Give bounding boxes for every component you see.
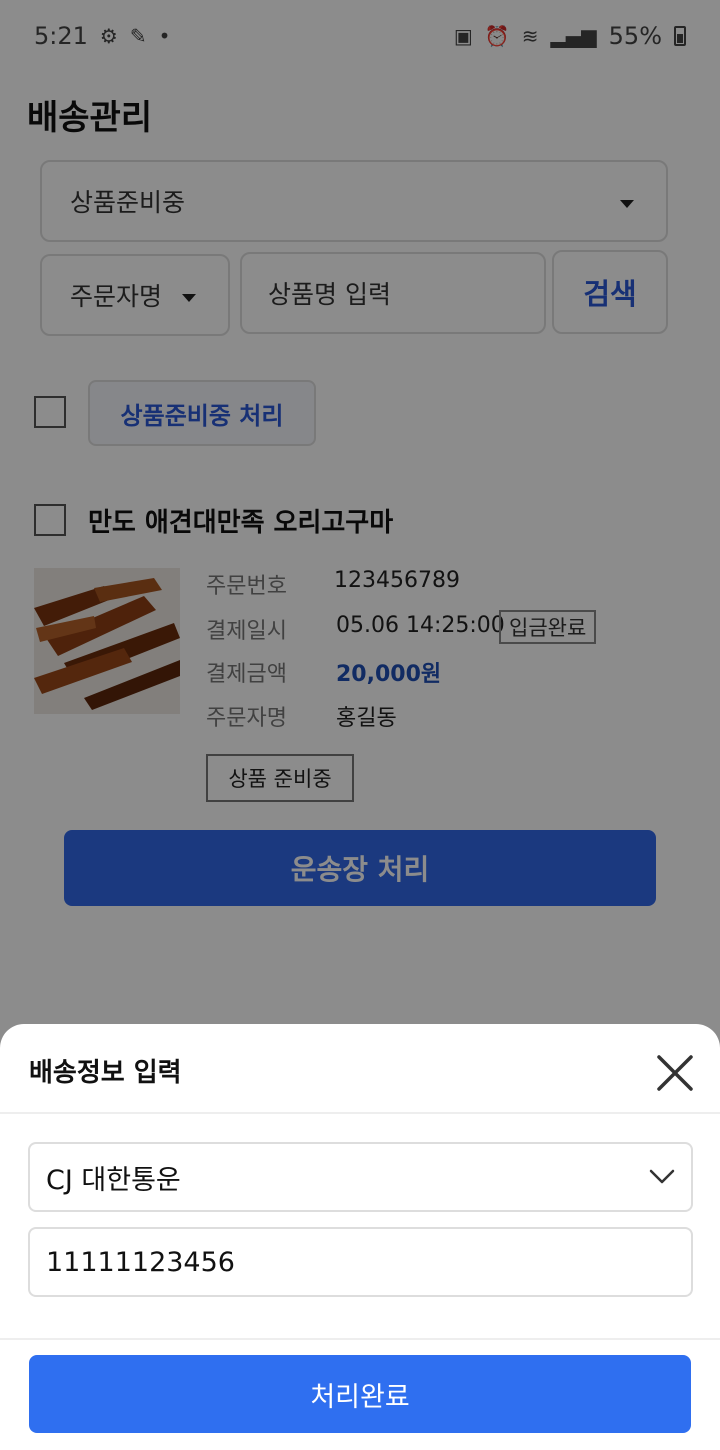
delivery-info-sheet: 배송정보 입력 CJ 대한통운 11111123456 처리완료 xyxy=(0,1024,720,1450)
sheet-title: 배송정보 입력 xyxy=(29,1058,182,1088)
sheet-divider xyxy=(0,1338,720,1340)
complete-button[interactable]: 처리완료 xyxy=(29,1355,691,1433)
carrier-value: CJ 대한통운 xyxy=(46,1164,181,1196)
tracking-number-value: 11111123456 xyxy=(46,1246,235,1278)
tracking-number-input[interactable]: 11111123456 xyxy=(28,1227,693,1297)
chevron-down-icon xyxy=(649,1169,675,1184)
carrier-select[interactable]: CJ 대한통운 xyxy=(28,1142,693,1212)
sheet-divider xyxy=(0,1112,720,1114)
close-icon[interactable] xyxy=(654,1052,696,1094)
